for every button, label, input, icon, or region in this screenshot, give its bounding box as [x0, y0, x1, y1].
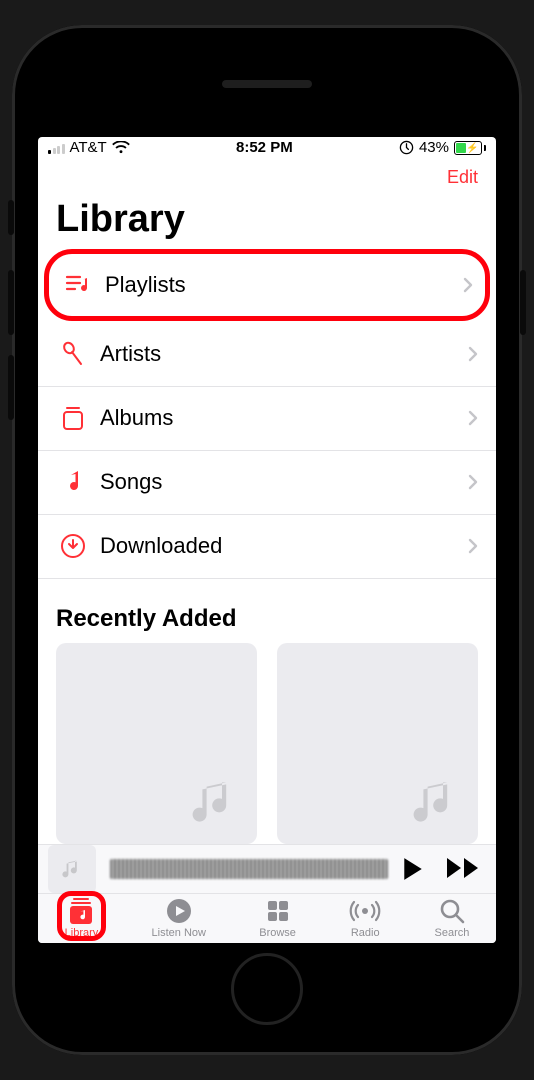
tab-browse[interactable]: Browse [259, 897, 296, 939]
recently-added-title: Recently Added [38, 579, 496, 643]
tab-label: Search [435, 927, 470, 939]
wifi-icon [112, 141, 130, 154]
highlight-annotation [57, 891, 107, 941]
tab-label: Browse [259, 927, 296, 939]
status-bar: AT&T 8:52 PM 43% ⚡ [38, 137, 496, 159]
album-card[interactable] [277, 643, 478, 844]
songs-icon [56, 469, 90, 495]
mute-switch [8, 200, 14, 235]
now-playing-title [110, 859, 388, 879]
chevron-right-icon [468, 346, 478, 362]
now-playing-bar[interactable] [38, 844, 496, 893]
next-button[interactable] [446, 857, 480, 881]
volume-up-button [8, 270, 14, 335]
library-item-playlists[interactable]: Playlists [44, 249, 490, 321]
chevron-right-icon [468, 538, 478, 554]
artists-icon [56, 341, 90, 367]
play-button[interactable] [402, 857, 424, 881]
music-note-icon [187, 774, 243, 830]
music-note-icon [408, 774, 464, 830]
now-playing-artwork [48, 845, 96, 893]
speaker-grille [222, 80, 312, 88]
library-item-label: Artists [100, 341, 161, 367]
tab-bar: Library Listen Now Browse Radio Search [38, 893, 496, 943]
status-time: 8:52 PM [236, 139, 293, 156]
tab-search[interactable]: Search [435, 897, 470, 939]
library-item-downloaded[interactable]: Downloaded [38, 515, 496, 579]
library-item-label: Downloaded [100, 533, 222, 559]
library-item-label: Albums [100, 405, 173, 431]
album-card[interactable] [56, 643, 257, 844]
library-item-artists[interactable]: Artists [38, 323, 496, 387]
albums-icon [56, 405, 90, 431]
chevron-right-icon [468, 410, 478, 426]
home-button [231, 953, 303, 1025]
library-item-label: Playlists [105, 272, 186, 298]
tab-label: Radio [351, 927, 380, 939]
battery-icon: ⚡ [454, 141, 486, 155]
tab-radio[interactable]: Radio [349, 897, 381, 939]
cellular-signal-icon [48, 142, 65, 154]
downloaded-icon [56, 533, 90, 559]
library-item-albums[interactable]: Albums [38, 387, 496, 451]
library-item-songs[interactable]: Songs [38, 451, 496, 515]
phone-frame: AT&T 8:52 PM 43% ⚡ Edit Library [12, 25, 522, 1055]
playlists-icon [61, 273, 95, 297]
orientation-lock-icon [399, 140, 414, 155]
tab-label: Listen Now [152, 927, 206, 939]
volume-down-button [8, 355, 14, 420]
tab-library[interactable]: Library [65, 897, 99, 939]
page-title: Library [38, 188, 496, 247]
battery-percentage: 43% [419, 139, 449, 156]
nav-bar: Edit [38, 159, 496, 188]
power-button [520, 270, 526, 335]
library-item-label: Songs [100, 469, 162, 495]
tab-listen-now[interactable]: Listen Now [152, 897, 206, 939]
recently-added-row [38, 643, 496, 844]
chevron-right-icon [468, 474, 478, 490]
edit-button[interactable]: Edit [447, 167, 478, 188]
library-list: Playlists Artists Albums [38, 247, 496, 579]
screen: AT&T 8:52 PM 43% ⚡ Edit Library [38, 137, 496, 943]
carrier-name: AT&T [70, 139, 107, 156]
chevron-right-icon [463, 277, 473, 293]
